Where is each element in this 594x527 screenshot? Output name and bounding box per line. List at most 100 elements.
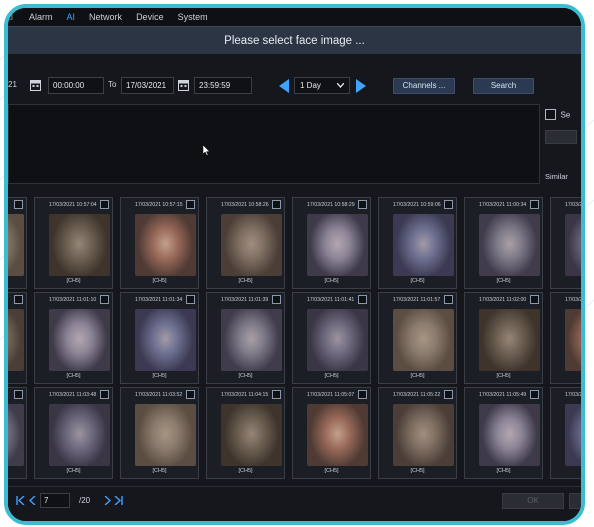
face-thumbnail[interactable] — [135, 214, 196, 276]
first-page-icon[interactable] — [16, 496, 25, 505]
select-face-checkbox[interactable] — [530, 200, 539, 209]
face-thumbnail[interactable] — [393, 309, 454, 371]
pagination-bar: 7 /20 OK — [8, 486, 581, 521]
select-face-checkbox[interactable] — [358, 295, 367, 304]
face-thumbnail[interactable] — [565, 404, 581, 466]
select-face-checkbox[interactable] — [272, 200, 281, 209]
nav-item-4[interactable]: Device — [136, 12, 164, 22]
channels-button[interactable]: Channels ... — [393, 78, 455, 94]
calendar-icon[interactable] — [178, 79, 189, 91]
period-select[interactable]: 1 Day — [294, 77, 350, 94]
face-thumbnail[interactable] — [8, 309, 24, 371]
start-date-field[interactable]: 21 — [8, 80, 17, 89]
nav-item-1[interactable]: Alarm — [29, 12, 53, 22]
face-result-card[interactable]: 17/03/20 — [550, 197, 581, 289]
face-result-card[interactable]: 17/03/2021 11:04:15 [CH5] — [206, 387, 285, 479]
face-thumbnail[interactable] — [479, 214, 540, 276]
face-result-card[interactable]: 17/03/2021 11:01:10 [CH5] — [34, 292, 113, 384]
start-time-field[interactable]: 00:00:00 — [48, 77, 104, 94]
select-face-checkbox[interactable] — [272, 295, 281, 304]
face-thumbnail[interactable] — [307, 404, 368, 466]
nav-item-0[interactable]: d — [8, 12, 13, 22]
face-thumbnail[interactable] — [565, 309, 581, 371]
face-result-card[interactable]: 17/03/2021 10:59:06 [CH5] — [378, 197, 457, 289]
face-result-card[interactable]: 17/03/20 — [550, 292, 581, 384]
select-checkbox[interactable] — [545, 109, 556, 121]
search-button[interactable]: Search — [473, 78, 534, 94]
face-result-card[interactable] — [8, 197, 27, 289]
face-thumbnail[interactable] — [49, 214, 110, 276]
prev-page-icon[interactable] — [29, 496, 36, 505]
face-thumbnail[interactable] — [49, 309, 110, 371]
period-select-value: 1 Day — [300, 81, 321, 90]
cancel-button[interactable] — [569, 493, 581, 509]
face-result-card[interactable] — [8, 387, 27, 479]
select-face-checkbox[interactable] — [444, 200, 453, 209]
face-result-card[interactable]: 17/03/2021 11:02:00 [CH5] — [464, 292, 543, 384]
end-time-field[interactable]: 23:59:59 — [194, 77, 252, 94]
face-result-card[interactable]: 17/03/2021 11:00:34 [CH5] — [464, 197, 543, 289]
page-number-input[interactable]: 7 — [40, 493, 70, 508]
face-thumbnail[interactable] — [221, 404, 282, 466]
face-result-card[interactable]: 17/03/2021 11:03:52 [CH5] — [120, 387, 199, 479]
face-result-card[interactable]: 17/03/2021 11:05:22 [CH5] — [378, 387, 457, 479]
face-result-card[interactable]: 17/03/2021 11:01:41 [CH5] — [292, 292, 371, 384]
face-thumbnail[interactable] — [49, 404, 110, 466]
face-result-card[interactable]: 17/03/2021 11:05:07 [CH5] — [292, 387, 371, 479]
nav-item-3[interactable]: Network — [89, 12, 122, 22]
select-face-checkbox[interactable] — [444, 295, 453, 304]
face-thumbnail[interactable] — [307, 309, 368, 371]
face-result-card[interactable]: 17/03/2021 11:01:34 [CH5] — [120, 292, 199, 384]
select-face-checkbox[interactable] — [14, 390, 23, 399]
select-face-checkbox[interactable] — [358, 390, 367, 399]
select-face-checkbox[interactable] — [272, 390, 281, 399]
ok-button[interactable]: OK — [502, 493, 564, 509]
calendar-icon[interactable] — [30, 79, 41, 91]
nav-item-5[interactable]: System — [178, 12, 208, 22]
next-page-icon[interactable] — [104, 496, 111, 505]
right-side-button[interactable] — [545, 130, 577, 144]
select-face-checkbox[interactable] — [100, 200, 109, 209]
face-thumbnail[interactable] — [479, 404, 540, 466]
face-thumbnail[interactable] — [221, 309, 282, 371]
select-face-checkbox[interactable] — [14, 295, 23, 304]
selected-image-panel[interactable] — [8, 104, 540, 184]
face-result-card[interactable]: 17/03/2021 11:01:39 [CH5] — [206, 292, 285, 384]
prev-period-icon[interactable] — [279, 79, 289, 93]
end-date-field[interactable]: 17/03/2021 — [121, 77, 174, 94]
select-face-checkbox[interactable] — [14, 200, 23, 209]
face-thumbnail[interactable] — [135, 309, 196, 371]
channel-label: [CH5] — [496, 373, 511, 379]
face-result-card[interactable]: 17/03/2021 10:57:04 [CH5] — [34, 197, 113, 289]
face-result-card[interactable]: 17/03/2021 11:01:57 [CH5] — [378, 292, 457, 384]
face-result-card[interactable] — [8, 292, 27, 384]
face-result-card[interactable]: 17/03/2021 10:58:29 [CH5] — [292, 197, 371, 289]
face-thumbnail[interactable] — [221, 214, 282, 276]
select-face-checkbox[interactable] — [100, 295, 109, 304]
nav-item-2[interactable]: AI — [67, 12, 76, 22]
face-thumbnail[interactable] — [479, 309, 540, 371]
select-face-checkbox[interactable] — [530, 295, 539, 304]
capture-timestamp: 17/03/2021 11:01:34 — [135, 297, 183, 303]
face-thumbnail[interactable] — [393, 404, 454, 466]
face-thumbnail[interactable] — [135, 404, 196, 466]
face-result-card[interactable]: 17/03/2021 11:03:48 [CH5] — [34, 387, 113, 479]
face-thumbnail[interactable] — [393, 214, 454, 276]
select-face-checkbox[interactable] — [186, 200, 195, 209]
face-result-card[interactable]: 17/03/2021 10:58:26 [CH5] — [206, 197, 285, 289]
select-face-checkbox[interactable] — [100, 390, 109, 399]
face-result-card[interactable]: 17/03/2021 10:57:15 [CH5] — [120, 197, 199, 289]
select-face-checkbox[interactable] — [530, 390, 539, 399]
face-thumbnail[interactable] — [8, 214, 24, 276]
last-page-icon[interactable] — [114, 496, 123, 505]
select-face-checkbox[interactable] — [186, 295, 195, 304]
face-result-card[interactable]: 17/03/2021 11:05:49 [CH5] — [464, 387, 543, 479]
face-thumbnail[interactable] — [565, 214, 581, 276]
face-thumbnail[interactable] — [307, 214, 368, 276]
face-result-card[interactable]: 17/03/20 — [550, 387, 581, 479]
face-thumbnail[interactable] — [8, 404, 24, 466]
next-period-icon[interactable] — [356, 79, 366, 93]
select-face-checkbox[interactable] — [358, 200, 367, 209]
select-face-checkbox[interactable] — [186, 390, 195, 399]
select-face-checkbox[interactable] — [444, 390, 453, 399]
